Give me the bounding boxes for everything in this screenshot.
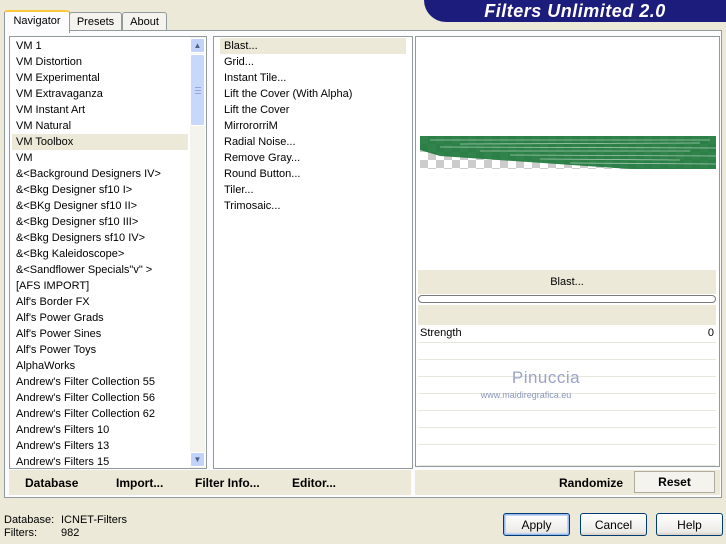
category-item[interactable]: [AFS IMPORT]	[12, 278, 188, 294]
scroll-up-button[interactable]: ▲	[190, 38, 205, 53]
filter-info-button[interactable]: Filter Info...	[195, 476, 260, 490]
filter-item[interactable]: MirrororriM	[220, 118, 406, 134]
category-item[interactable]: VM 1	[12, 38, 188, 54]
category-item[interactable]: &<Bkg Designer sf10 III>	[12, 214, 188, 230]
param-header-gap	[418, 305, 716, 325]
category-scrollbar[interactable]: ▲ ▼	[190, 37, 205, 468]
editor-button[interactable]: Editor...	[292, 476, 336, 490]
category-item[interactable]: &<BKg Designer sf10 II>	[12, 198, 188, 214]
database-button[interactable]: Database	[25, 476, 78, 490]
category-list: VM 1 VM Distortion VM Experimental VM Extra…	[12, 38, 188, 470]
category-item[interactable]: VM Experimental	[12, 70, 188, 86]
category-item[interactable]: &<Background Designers IV>	[12, 166, 188, 182]
category-item[interactable]: VM Natural	[12, 118, 188, 134]
param-label: Strength	[420, 327, 462, 339]
filter-item[interactable]: Round Button...	[220, 166, 406, 182]
filter-item[interactable]: Lift the Cover (With Alpha)	[220, 86, 406, 102]
param-row-empty	[418, 445, 716, 466]
filter-item[interactable]: Instant Tile...	[220, 70, 406, 86]
status-db-value: ICNET-Filters	[61, 514, 127, 526]
param-row-empty	[418, 411, 716, 428]
param-row-empty	[418, 428, 716, 445]
category-item[interactable]: Andrew's Filter Collection 56	[12, 390, 188, 406]
help-button[interactable]: Help	[656, 513, 723, 536]
filter-item[interactable]: Remove Gray...	[220, 150, 406, 166]
tab-presets[interactable]: Presets	[69, 12, 122, 31]
filter-item[interactable]: Blast...	[220, 38, 406, 54]
randomize-button[interactable]: Randomize	[559, 476, 623, 490]
app-title-banner: Filters Unlimited 2.0	[424, 0, 726, 22]
status-filters-value: 982	[61, 527, 80, 539]
watermark-name: Pinuccia	[511, 368, 581, 387]
category-item[interactable]: Alf's Power Grads	[12, 310, 188, 326]
tab-navigator[interactable]: Navigator	[4, 10, 70, 33]
status-db-label: Database:	[4, 514, 55, 526]
filter-list: Blast... Grid... Instant Tile... Lift the C…	[220, 38, 406, 214]
reset-button[interactable]: Reset	[634, 471, 715, 493]
category-item[interactable]: Andrew's Filter Collection 55	[12, 374, 188, 390]
preview-image	[418, 37, 716, 269]
status-filters-label: Filters:	[4, 527, 37, 539]
category-item[interactable]: Alf's Border FX	[12, 294, 188, 310]
category-item[interactable]: Alf's Power Sines	[12, 326, 188, 342]
apply-button[interactable]: Apply	[503, 513, 570, 536]
scroll-down-button[interactable]: ▼	[190, 452, 205, 467]
filter-list-panel: Blast... Grid... Instant Tile... Lift the C…	[213, 36, 413, 469]
category-item[interactable]: &<Bkg Designers sf10 IV>	[12, 230, 188, 246]
category-item[interactable]: Andrew's Filters 10	[12, 422, 188, 438]
category-item[interactable]: &<Sandflower Specials"v" >	[12, 262, 188, 278]
category-item[interactable]: VM Instant Art	[12, 102, 188, 118]
tab-about[interactable]: About	[122, 12, 167, 31]
scroll-thumb[interactable]	[190, 54, 205, 126]
category-item[interactable]: &<Bkg Kaleidoscope>	[12, 246, 188, 262]
category-item[interactable]: VM	[12, 150, 188, 166]
app-title: Filters Unlimited 2.0	[484, 1, 666, 21]
category-item[interactable]: VM Distortion	[12, 54, 188, 70]
param-value: 0	[707, 327, 714, 339]
category-item[interactable]: &<Bkg Designer sf10 I>	[12, 182, 188, 198]
watermark-url: www.maidiregrafica.eu	[480, 390, 572, 400]
cancel-button[interactable]: Cancel	[580, 513, 647, 536]
param-row-empty	[418, 343, 716, 360]
category-item[interactable]: VM Extravaganza	[12, 86, 188, 102]
category-item[interactable]: VM Toolbox	[12, 134, 188, 150]
filter-item[interactable]: Grid...	[220, 54, 406, 70]
filter-item[interactable]: Lift the Cover	[220, 102, 406, 118]
category-item[interactable]: Andrew's Filter Collection 62	[12, 406, 188, 422]
filter-item[interactable]: Tiler...	[220, 182, 406, 198]
filter-item[interactable]: Radial Noise...	[220, 134, 406, 150]
category-item[interactable]: Andrew's Filters 13	[12, 438, 188, 454]
category-item[interactable]: AlphaWorks	[12, 358, 188, 374]
category-list-panel: VM 1 VM Distortion VM Experimental VM Extra…	[9, 36, 207, 469]
progress-bar	[418, 295, 716, 303]
import-button[interactable]: Import...	[116, 476, 163, 490]
preview-blast-effect	[420, 136, 716, 169]
filter-name-label: Blast...	[418, 270, 716, 294]
category-item[interactable]: Alf's Power Toys	[12, 342, 188, 358]
category-item[interactable]: Andrew's Filters 15	[12, 454, 188, 470]
param-row-strength[interactable]: Strength 0	[418, 326, 716, 343]
filter-item[interactable]: Trimosaic...	[220, 198, 406, 214]
